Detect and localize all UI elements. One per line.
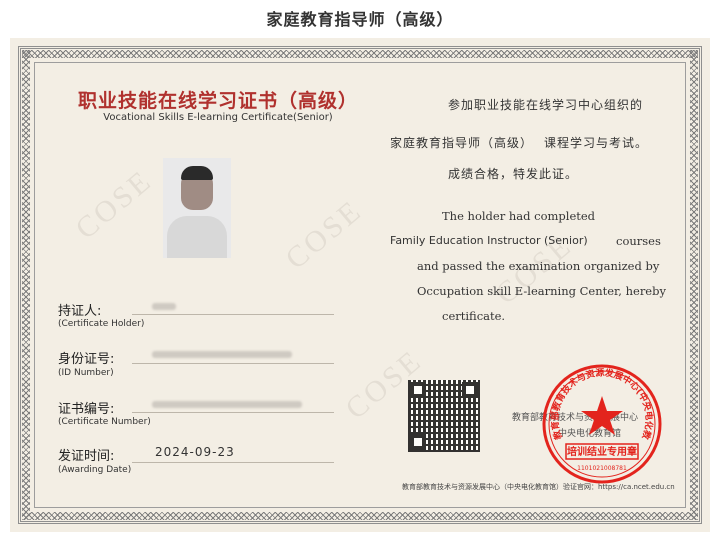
body-cn-line3: 成绩合格，特发此证。 bbox=[448, 167, 579, 181]
official-seal-icon: 教育部教育技术与资源发展中心(中央电化教育馆) 培训结业专用章 11010210… bbox=[540, 362, 662, 484]
date-line bbox=[132, 462, 334, 463]
portrait-photo bbox=[163, 158, 231, 258]
body-en-line3: and passed the examination organized by bbox=[417, 259, 660, 273]
holder-label-en: (Certificate Holder) bbox=[58, 319, 145, 329]
date-value: 2024-09-23 bbox=[155, 445, 235, 459]
photo-hair bbox=[181, 166, 213, 180]
cert-number-label: 证书编号: bbox=[58, 402, 115, 417]
id-number-value-redacted bbox=[152, 351, 292, 358]
qr-corner bbox=[462, 382, 478, 398]
holder-line bbox=[132, 314, 334, 315]
body-cn-course: 家庭教育指导师（高级） bbox=[390, 136, 534, 150]
photo-body bbox=[167, 216, 227, 258]
cert-number-value-redacted bbox=[152, 401, 302, 408]
qr-corner bbox=[410, 382, 426, 398]
body-en-line2-suffix: courses bbox=[616, 234, 661, 248]
certificate: COSE COSE COSE COSE 职业技能在线学习证书（高级） Vocat… bbox=[10, 38, 710, 532]
certificate-title-cn: 职业技能在线学习证书（高级） bbox=[78, 90, 359, 112]
date-label: 发证时间: bbox=[58, 449, 115, 464]
id-number-label-en: (ID Number) bbox=[58, 368, 114, 378]
cert-number-line bbox=[132, 412, 334, 413]
page-title: 家庭教育指导师（高级） bbox=[266, 10, 454, 29]
body-cn-line2-suffix: 课程学习与考试。 bbox=[544, 136, 649, 150]
svg-text:教育部教育技术与资源发展中心(中央电化教育馆): 教育部教育技术与资源发展中心(中央电化教育馆) bbox=[540, 362, 655, 442]
qr-corner bbox=[410, 434, 426, 450]
body-en-line4: Occupation skill E-learning Center, here… bbox=[417, 284, 666, 298]
id-number-line bbox=[132, 363, 334, 364]
qr-code-icon bbox=[408, 380, 480, 452]
holder-value-redacted bbox=[152, 303, 176, 310]
date-label-en: (Awarding Date) bbox=[58, 465, 132, 475]
body-en-course: Family Education Instructor (Senior) bbox=[390, 234, 588, 247]
body-cn-line1: 参加职业技能在线学习中心组织的 bbox=[448, 98, 644, 112]
seal-band-text: 培训结业专用章 bbox=[567, 445, 637, 458]
holder-label: 持证人: bbox=[58, 304, 102, 319]
border-band-left bbox=[22, 50, 30, 520]
body-en-line1: The holder had completed bbox=[442, 209, 596, 223]
id-number-label: 身份证号: bbox=[58, 352, 115, 367]
cert-number-label-en: (Certificate Number) bbox=[58, 417, 151, 427]
seal-ring-text: 教育部教育技术与资源发展中心(中央电化教育馆) bbox=[540, 362, 655, 442]
border-band-bottom bbox=[22, 512, 698, 520]
verification-footer: 教育部教育技术与资源发展中心（中央电化教育馆）验证官网：https://ca.n… bbox=[402, 483, 675, 491]
border-band-top bbox=[22, 50, 698, 58]
border-band-right bbox=[690, 50, 698, 520]
certificate-title-en: Vocational Skills E-learning Certificate… bbox=[103, 112, 333, 123]
seal-number: 1101021008781 bbox=[577, 465, 627, 472]
body-en-line5: certificate. bbox=[442, 309, 506, 323]
